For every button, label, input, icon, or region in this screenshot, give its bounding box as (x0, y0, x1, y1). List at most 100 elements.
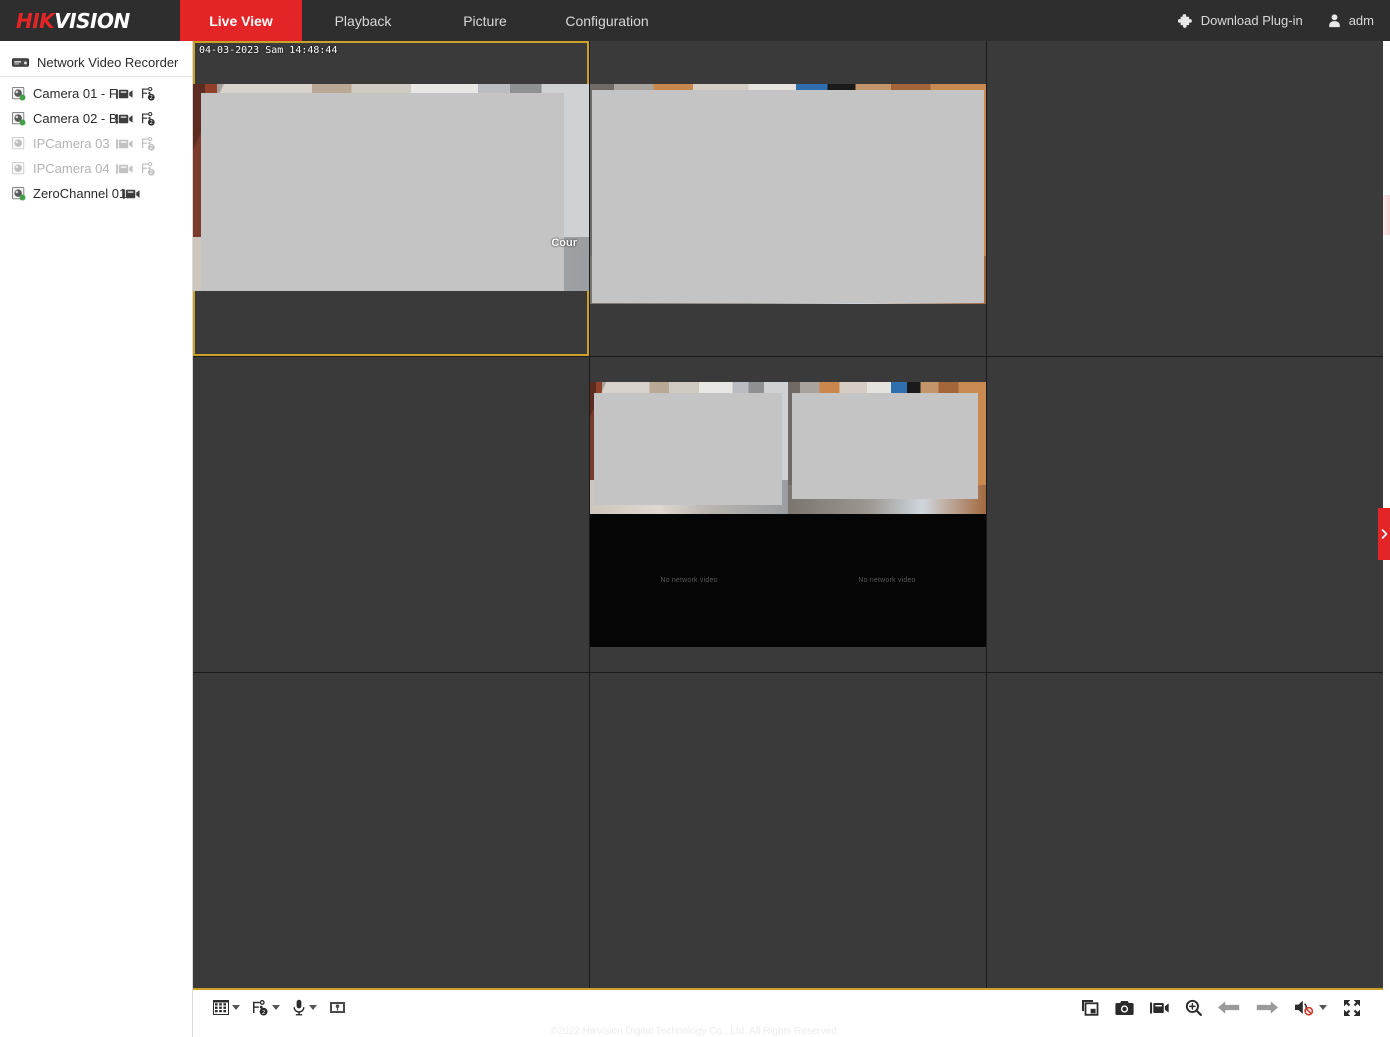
multi-capture-icon[interactable] (1081, 999, 1099, 1016)
zero-channel-cell-1 (590, 382, 788, 514)
camera-list-item-label: IPCamera 03 (33, 136, 110, 151)
osd-camera-name-1: Cour (551, 237, 577, 249)
camera-list-item-camera-01[interactable]: Camera 01 - F... 2 (0, 81, 192, 106)
camera-list-sidebar: Network Video Recorder Camera 01 - F... (0, 41, 193, 1037)
camera-item-actions: 2 (116, 162, 156, 176)
user-avatar-icon (1327, 13, 1342, 28)
camera-online-icon (12, 187, 26, 201)
camera-item-actions (123, 188, 140, 200)
download-plugin-label: Download Plug-in (1201, 13, 1303, 28)
user-name-label: adm (1349, 13, 1374, 28)
chevron-down-icon[interactable] (1319, 1005, 1327, 1010)
camera-item-actions: 2 (116, 112, 156, 126)
hikvision-logo[interactable]: HIKVISION (0, 0, 180, 41)
speaker-mute-icon (1294, 999, 1314, 1016)
fullscreen-icon[interactable] (1343, 999, 1361, 1017)
svg-text:2: 2 (262, 1009, 266, 1015)
side-panel-hint (1380, 195, 1390, 235)
record-icon[interactable] (116, 138, 133, 150)
arrow-left-icon[interactable] (1218, 1000, 1240, 1015)
stream-switch-icon[interactable]: 2 (141, 112, 156, 126)
zero-channel-cell-3: No network video (590, 514, 788, 646)
user-menu-button[interactable]: adm (1315, 13, 1386, 28)
redaction-overlay-zc-2 (792, 393, 978, 499)
svg-text:2: 2 (150, 120, 153, 126)
video-tile-5[interactable]: No network video No network video (590, 357, 986, 672)
camera-online-icon (12, 112, 26, 126)
puzzle-piece-icon (1178, 13, 1194, 29)
two-way-audio-button[interactable] (286, 997, 323, 1018)
chevron-down-icon[interactable] (272, 1005, 280, 1010)
live-view-toolbar: 2 (193, 988, 1383, 1025)
tab-picture[interactable]: Picture (424, 0, 546, 41)
video-tile-4[interactable] (193, 357, 589, 672)
arrow-right-icon[interactable] (1256, 1000, 1278, 1015)
stream-switch-icon[interactable]: 2 (141, 87, 156, 101)
tab-live-view[interactable]: Live View (180, 0, 302, 41)
live-view-viewport: 04-03-2023 Sam 14:48:44 Cour (193, 41, 1383, 988)
video-tile-2[interactable] (590, 41, 986, 356)
camera-item-actions: 2 (116, 87, 156, 101)
camera-list-item-label: ZeroChannel 01 (33, 186, 126, 201)
video-tile-7[interactable] (193, 673, 589, 988)
record-icon[interactable] (116, 88, 133, 100)
stream-switch-icon[interactable]: 2 (141, 137, 156, 151)
video-window-grid: 04-03-2023 Sam 14:48:44 Cour (193, 41, 1383, 988)
camera-offline-icon (12, 137, 26, 151)
no-network-video-label: No network video (858, 577, 915, 584)
record-video-icon[interactable] (1150, 1001, 1169, 1015)
grid-layout-icon (213, 1000, 229, 1015)
osd-timestamp-1: 04-03-2023 Sam 14:48:44 (199, 45, 337, 56)
record-icon[interactable] (116, 113, 133, 125)
top-right-actions: Download Plug-in adm (1166, 0, 1390, 41)
volume-mute-button[interactable] (1294, 999, 1327, 1016)
svg-text:2: 2 (150, 95, 153, 101)
zero-channel-cell-2 (788, 382, 986, 514)
magnifier-plus-icon[interactable] (1185, 999, 1202, 1016)
expand-panel-chevron-icon[interactable] (1378, 508, 1390, 560)
camera-list-item-label: IPCamera 04 (33, 161, 110, 176)
camera-list-item-ipcamera-04[interactable]: IPCamera 04 2 (0, 156, 192, 181)
no-network-video-label: No network video (660, 577, 717, 584)
toolbar-right-group (1081, 999, 1369, 1017)
camera-online-icon (12, 87, 26, 101)
chevron-down-icon[interactable] (309, 1005, 317, 1010)
top-navigation-bar: HIKVISION Live View Playback Picture Con… (0, 0, 1390, 41)
camera-list-item-zerochannel-01[interactable]: ZeroChannel 01 (0, 181, 192, 206)
audio-output-button[interactable] (323, 998, 352, 1018)
speaker-horn-icon (329, 1000, 346, 1016)
video-tile-6[interactable] (987, 357, 1383, 672)
camera-list-item-label: Camera 01 - F... (33, 86, 126, 101)
video-tile-9[interactable] (987, 673, 1383, 988)
camera-list-item-ipcamera-03[interactable]: IPCamera 03 2 (0, 131, 192, 156)
stream-switch-icon[interactable]: 2 (141, 162, 156, 176)
nvr-device-icon (12, 56, 29, 69)
device-node-network-video-recorder[interactable]: Network Video Recorder (0, 49, 192, 77)
camera-item-actions: 2 (116, 137, 156, 151)
toolbar-left-group: 2 (207, 997, 352, 1018)
redaction-overlay-2 (592, 90, 984, 303)
redaction-overlay-1 (201, 93, 563, 291)
svg-text:2: 2 (150, 170, 153, 176)
layout-grid-button[interactable] (207, 998, 246, 1017)
download-plugin-button[interactable]: Download Plug-in (1166, 13, 1315, 29)
video-tile-1[interactable]: 04-03-2023 Sam 14:48:44 Cour (193, 41, 589, 356)
svg-text:2: 2 (150, 145, 153, 151)
record-icon[interactable] (116, 163, 133, 175)
device-node-label: Network Video Recorder (37, 55, 178, 70)
camera-offline-icon (12, 162, 26, 176)
logo-hik-text: HIK (16, 9, 54, 33)
record-icon[interactable] (123, 188, 140, 200)
camera-snapshot-icon[interactable] (1115, 1000, 1134, 1016)
video-tile-8[interactable] (590, 673, 986, 988)
camera-list-item-camera-02[interactable]: Camera 02 - B... 2 (0, 106, 192, 131)
logo-vision-text: VISION (54, 9, 130, 33)
nav-tab-list: Live View Playback Picture Configuration (180, 0, 668, 41)
stream-type-button[interactable]: 2 (246, 998, 286, 1018)
chevron-down-icon[interactable] (232, 1005, 240, 1010)
tab-configuration[interactable]: Configuration (546, 0, 668, 41)
zero-channel-composite: No network video No network video (590, 382, 986, 647)
zero-channel-cell-4: No network video (788, 514, 986, 646)
tab-playback[interactable]: Playback (302, 0, 424, 41)
video-tile-3[interactable] (987, 41, 1383, 356)
